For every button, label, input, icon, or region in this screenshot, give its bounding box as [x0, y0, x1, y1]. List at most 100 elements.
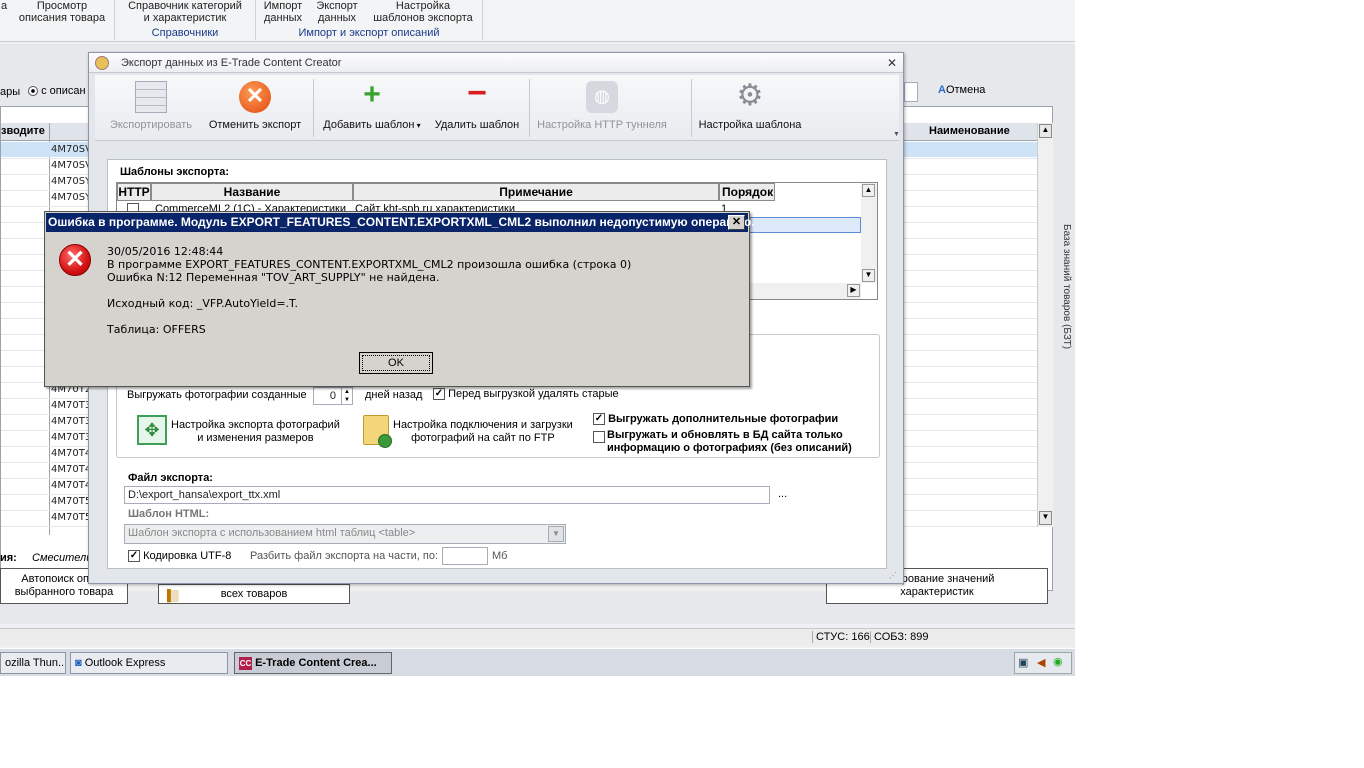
photo-ftp-settings-link[interactable]: Настройка подключения и загрузки фотогра…	[393, 419, 573, 445]
network-icon[interactable]: ▣	[1018, 656, 1028, 669]
http-tunnel-button[interactable]: ◍ Настройка HTTP туннеля	[535, 75, 669, 141]
table-row[interactable]: 4M70T3	[51, 432, 91, 443]
col-http[interactable]: HTTP	[117, 183, 151, 201]
table-row[interactable]: 4M70T5	[51, 512, 91, 523]
system-tray: ▣ ◀ ◉	[1014, 652, 1072, 674]
ribbon-group-import-export: Импорт и экспорт описаний	[298, 27, 440, 39]
app-icon	[95, 56, 109, 70]
error-icon: ✕	[59, 244, 91, 276]
table-row[interactable]: 4M70SV	[51, 160, 92, 171]
photos-days-label: Выгружать фотографии созданные	[127, 389, 307, 401]
scroll-right-icon[interactable]: ▶	[847, 284, 860, 297]
status-stus: СТУС: 166	[812, 631, 870, 643]
toolbar-overflow-icon[interactable]: ▼	[893, 131, 901, 141]
ribbon-button-view-description[interactable]: Просмотр описания товара	[12, 0, 112, 24]
table-row[interactable]: 4M70T5	[51, 496, 91, 507]
close-icon[interactable]: ✕	[887, 53, 897, 73]
resize-photos-icon[interactable]: ✥	[137, 415, 167, 445]
col-note[interactable]: Примечание	[353, 183, 719, 201]
ftp-folder-icon[interactable]	[363, 415, 392, 448]
col-producer-header[interactable]: зводите	[1, 125, 49, 137]
plus-icon: +	[363, 78, 381, 111]
ribbon-button-categories[interactable]: Справочник категорий и характеристик	[118, 0, 252, 24]
export-window-titlebar[interactable]: Экспорт данных из E-Trade Content Creato…	[89, 53, 903, 73]
utf8-checkbox[interactable]: ✓ Кодировка UTF-8	[128, 550, 231, 563]
table-row[interactable]: 4M70T4	[51, 464, 91, 475]
browse-button[interactable]: ...	[778, 488, 787, 500]
split-size-input[interactable]	[442, 547, 488, 565]
export-file-label: Файл экспорта:	[128, 472, 213, 484]
grid-scrollbar[interactable]: ▲ ▼	[1037, 123, 1053, 527]
add-template-button[interactable]: + Добавить шаблон ▾	[317, 75, 427, 141]
taskbar: ozilla Thun... ◙ Outlook Express CC E-Tr…	[0, 648, 1075, 676]
templates-scrollbar[interactable]: ▲ ▼	[861, 183, 877, 283]
export-file-input[interactable]: D:\export_hansa\export_ttx.xml	[124, 486, 770, 504]
error-line-1: В программе EXPORT_FEATURES_CONTENT.EXPO…	[107, 258, 632, 271]
error-datetime: 30/05/2016 12:48:44	[107, 245, 224, 258]
gear-icon: ⚙	[736, 79, 764, 112]
table-row[interactable]: 4M70T3	[51, 400, 91, 411]
col-order[interactable]: Порядок	[719, 183, 775, 201]
status-bar: СТУС: 166 СОБЗ: 899	[0, 628, 1075, 646]
scroll-up-icon[interactable]: ▲	[862, 184, 875, 197]
scroll-down-icon[interactable]: ▼	[1039, 511, 1052, 525]
resize-grip-icon[interactable]: ⋰	[889, 571, 897, 580]
delete-template-button[interactable]: − Удалить шаблон	[431, 75, 523, 141]
etrade-icon: CC	[239, 656, 252, 670]
photo-info-check-icon	[593, 431, 605, 443]
search-input-edge[interactable]	[904, 82, 918, 102]
photo-export-settings-link[interactable]: Настройка экспорта фотографий и изменени…	[171, 419, 340, 445]
error-close-button[interactable]: ✕	[728, 215, 745, 230]
antivirus-icon[interactable]: ◉	[1053, 655, 1063, 668]
delete-old-checkbox[interactable]: ✓ Перед выгрузкой удалять старые	[433, 388, 619, 401]
scroll-down-icon[interactable]: ▼	[862, 269, 875, 282]
cancel-export-button[interactable]: ✕ Отменить экспорт	[205, 75, 305, 141]
cancel-link[interactable]: AОтмена	[938, 84, 985, 96]
taskbar-item-etrade[interactable]: CC E-Trade Content Crea...	[234, 652, 392, 674]
html-template-label: Шаблон HTML:	[128, 508, 210, 520]
status-sobz: СОБЗ: 899	[870, 631, 928, 643]
side-tab-knowledge-base[interactable]: База знаний товаров (БЗТ)	[1058, 224, 1072, 424]
delete-old-check-icon: ✓	[433, 388, 445, 401]
error-dialog-title: Ошибка в программе. Модуль EXPORT_FEATUR…	[48, 215, 755, 229]
radio-with-description[interactable]: с описан	[28, 85, 86, 97]
taskbar-item-thunderbird[interactable]: ozilla Thun...	[0, 652, 66, 674]
error-dialog: Ошибка в программе. Модуль EXPORT_FEATUR…	[44, 211, 755, 387]
tunnel-icon: ◍	[586, 81, 618, 113]
table-row[interactable]: 4M70SV	[51, 144, 92, 155]
ribbon-button-import[interactable]: Импорт данных	[258, 0, 308, 24]
col-title[interactable]: Название	[151, 183, 353, 201]
cancel-label: Отмена	[945, 84, 986, 96]
export-window-title: Экспорт данных из E-Trade Content Creato…	[121, 57, 342, 69]
taskbar-item-outlook[interactable]: ◙ Outlook Express	[70, 652, 228, 674]
ribbon-button-export[interactable]: Экспорт данных	[311, 0, 363, 24]
taskbar-item-outlook-label: Outlook Express	[84, 657, 166, 669]
scroll-up-icon[interactable]: ▲	[1039, 124, 1052, 138]
chevron-down-icon[interactable]: ▼	[548, 526, 564, 542]
days-stepper-icon[interactable]: ▲ ▼	[341, 388, 352, 404]
table-row[interactable]: 4M70T4	[51, 448, 91, 459]
error-dialog-titlebar[interactable]: Ошибка в программе. Модуль EXPORT_FEATUR…	[46, 213, 755, 232]
extra-photos-checkbox[interactable]: ✓ Выгружать дополнительные фотографии	[593, 413, 838, 426]
desktop: а Просмотр описания товара Справочник ка…	[0, 0, 1075, 676]
radio-icon	[28, 86, 38, 97]
ribbon: а Просмотр описания товара Справочник ка…	[0, 0, 1075, 42]
ok-button[interactable]: OK	[359, 352, 433, 374]
templates-label: Шаблоны экспорта:	[120, 166, 230, 178]
table-row[interactable]: 4M70SY	[51, 176, 91, 187]
ribbon-button-export-templates[interactable]: Настройка шаблонов экспорта	[366, 0, 480, 24]
export-button[interactable]: Экспортировать	[103, 75, 199, 141]
error-source: Исходный код: _VFP.AutoYield=.T.	[107, 297, 298, 310]
table-row[interactable]: 4M70SY	[51, 192, 91, 203]
utf8-check-icon: ✓	[128, 550, 140, 563]
ribbon-button-cut[interactable]: а	[0, 0, 8, 12]
radio-label: с описан	[41, 85, 86, 97]
volume-icon[interactable]: ◀	[1037, 656, 1045, 669]
html-template-select[interactable]: Шаблон экспорта с использованием html та…	[124, 524, 566, 544]
table-row[interactable]: 4M70T3	[51, 416, 91, 427]
cancel-x-icon: ✕	[239, 81, 271, 113]
col-name-header[interactable]: Наименование	[929, 125, 1010, 137]
template-settings-button[interactable]: ⚙ Настройка шаблона	[693, 75, 807, 141]
table-row[interactable]: 4M70T4	[51, 480, 91, 491]
all-products-button[interactable]: ▐▒ всех товаров	[158, 584, 350, 604]
